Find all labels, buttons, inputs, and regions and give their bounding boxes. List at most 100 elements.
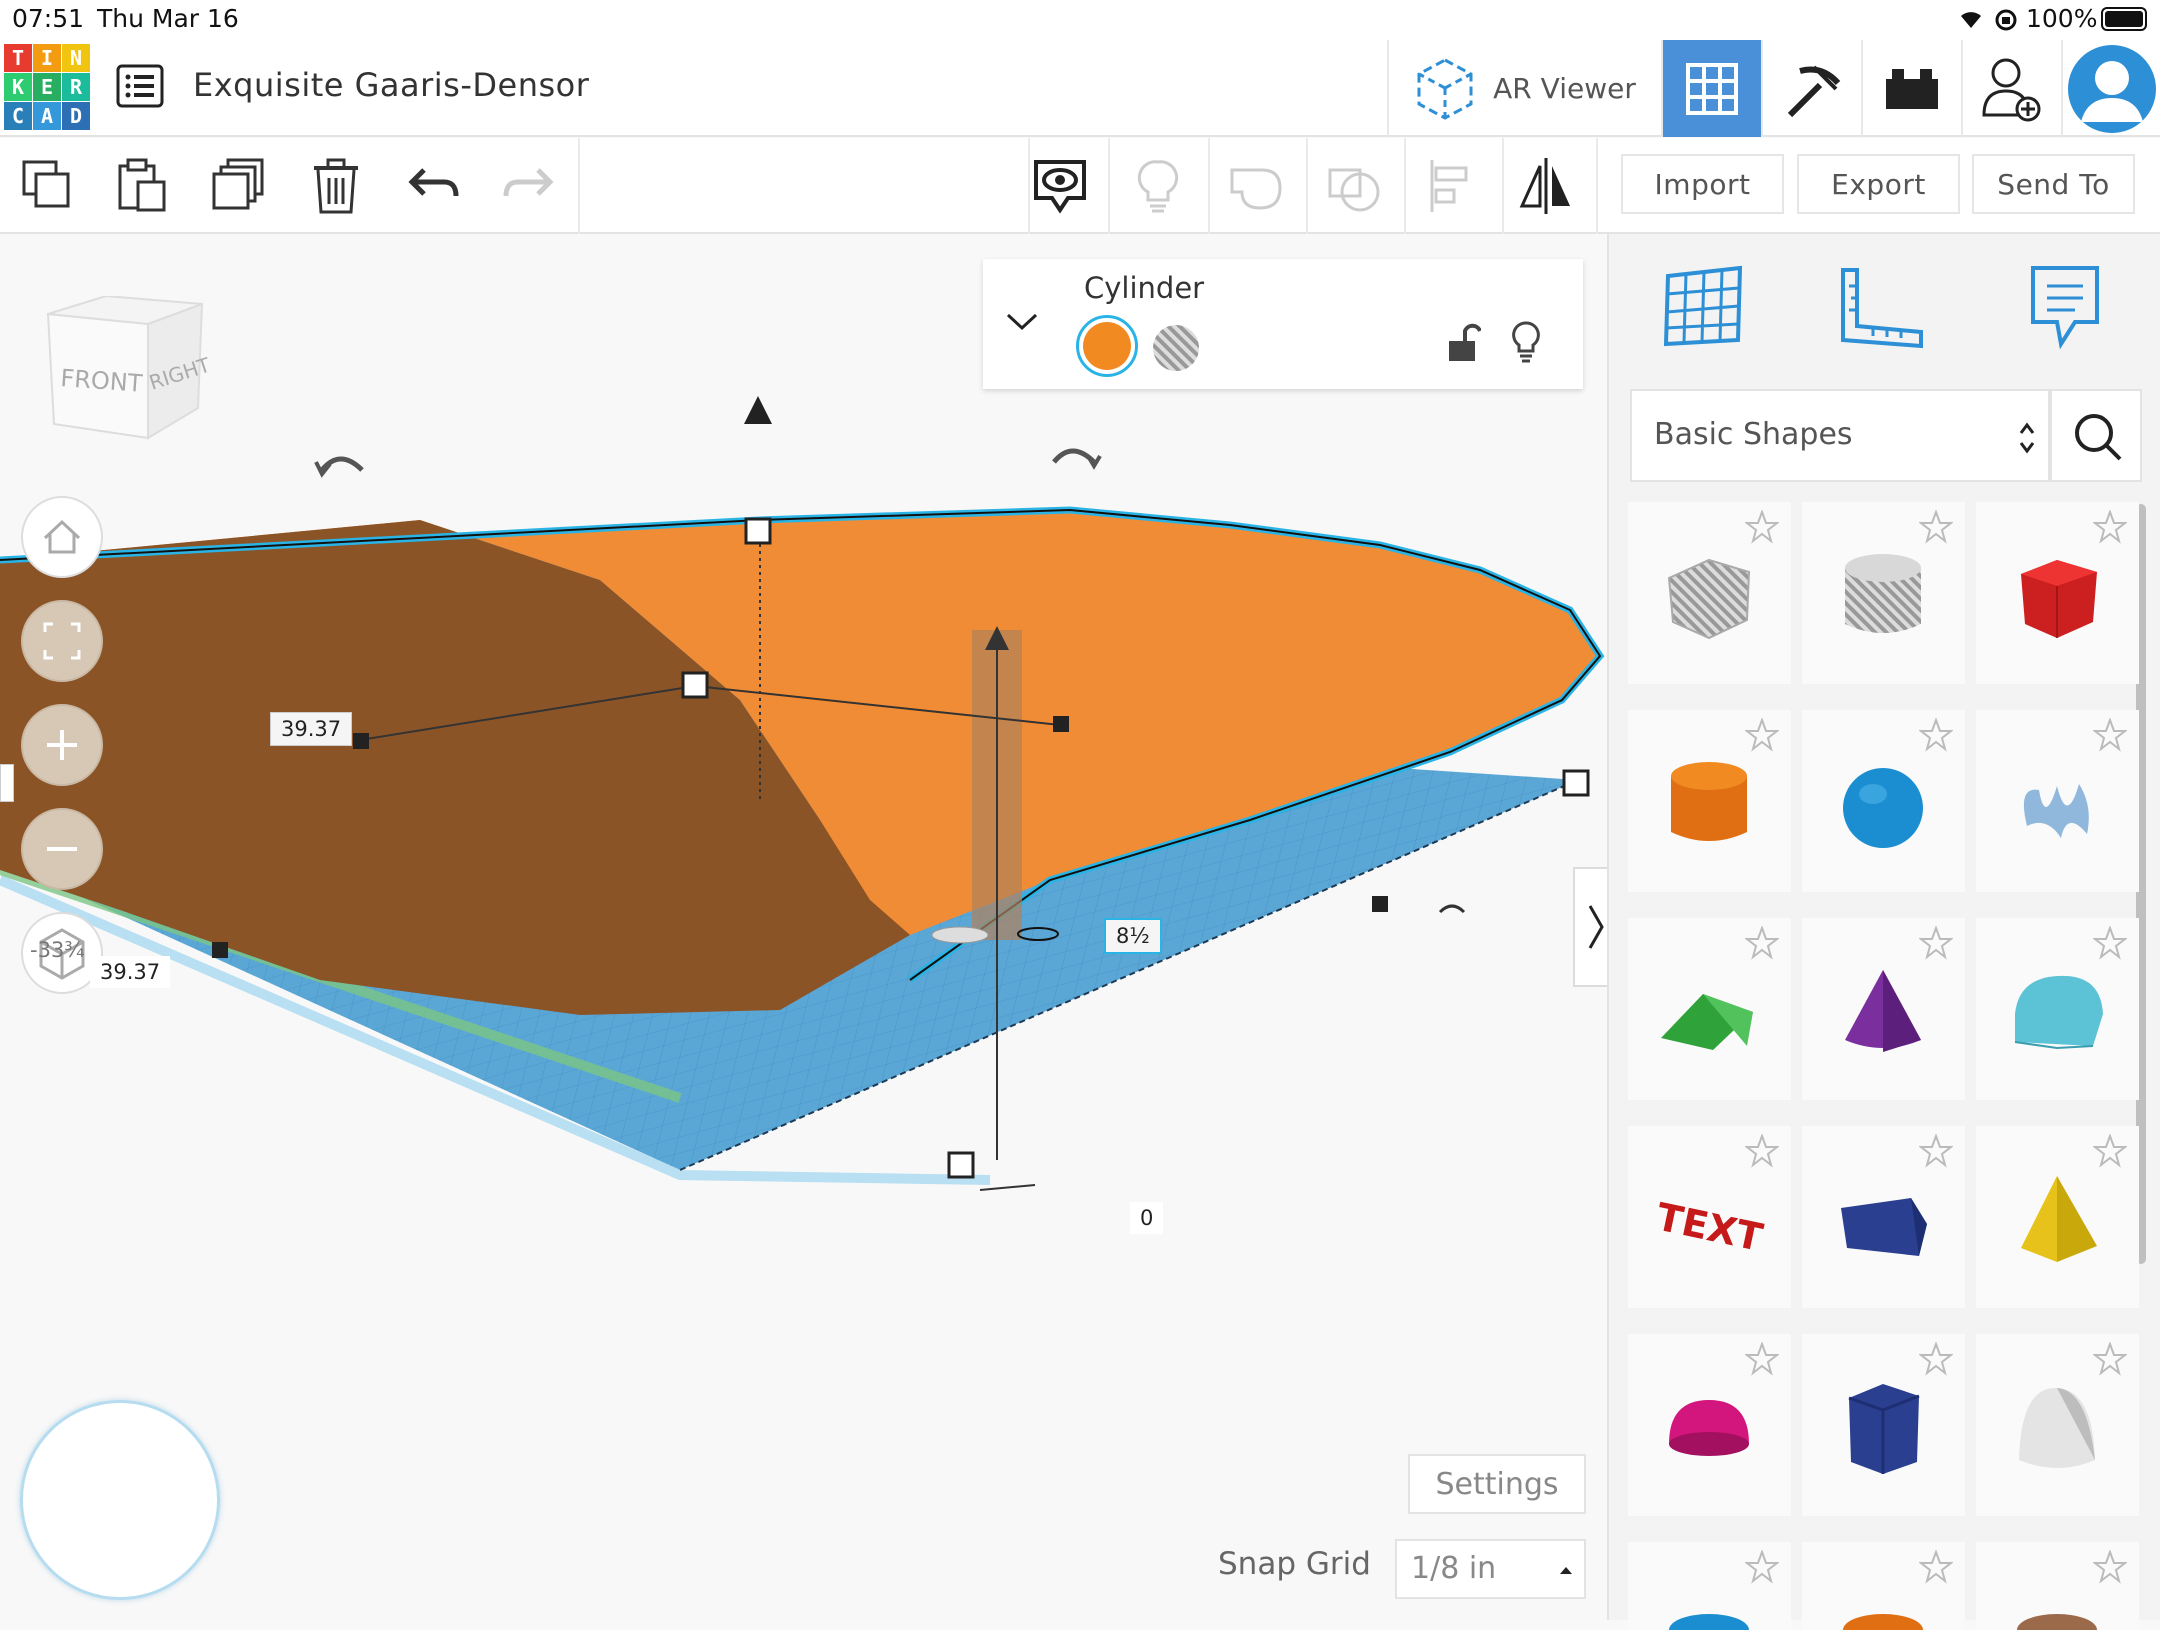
fit-view-button[interactable] [21, 600, 103, 682]
shape-tile-wedge[interactable] [1802, 1126, 1965, 1308]
copy-icon[interactable] [18, 156, 78, 216]
group-icon[interactable] [1226, 156, 1286, 216]
undo-icon[interactable] [404, 156, 464, 216]
solid-color-button[interactable] [1076, 315, 1138, 377]
shape-thumbnail-icon [1669, 1614, 1749, 1630]
codeblocks-button[interactable] [1761, 40, 1861, 137]
project-title[interactable]: Exquisite Gaaris-Densor [193, 66, 589, 104]
zoom-out-button[interactable] [21, 808, 103, 890]
height-dimension-label[interactable]: 8½ [1104, 918, 1162, 954]
ar-viewer-button[interactable]: AR Viewer [1387, 40, 1660, 137]
lightbulb-icon[interactable] [1128, 156, 1188, 216]
3d-design-view-button[interactable] [1661, 40, 1761, 137]
unlock-icon[interactable] [1445, 321, 1481, 365]
workplane-canvas[interactable]: FRONT RIGHT 39.37 39.37 8½ 0 -33¾ Settin… [0, 234, 1607, 1620]
rotation-readout: -33¾ [30, 938, 85, 962]
align-icon[interactable] [1422, 156, 1482, 216]
tinkercad-logo[interactable]: T I N K E R C A D [4, 44, 92, 132]
notes-visibility-icon[interactable] [1030, 156, 1090, 216]
favorite-star-icon[interactable] [2093, 1550, 2127, 1584]
shape-search-button[interactable] [2050, 389, 2142, 482]
home-view-button[interactable] [21, 496, 103, 578]
workplane-icon[interactable] [1662, 264, 1746, 348]
favorite-star-icon[interactable] [1919, 1550, 1953, 1584]
paste-icon[interactable] [112, 156, 172, 216]
left-collapse-tab[interactable] [0, 764, 14, 802]
shape-tile-cone[interactable] [1802, 918, 1965, 1100]
resize-handle[interactable] [1562, 769, 1590, 797]
delete-icon[interactable] [306, 156, 366, 216]
redo-icon[interactable] [498, 156, 558, 216]
hole-button[interactable] [1151, 323, 1201, 373]
settings-button[interactable]: Settings [1408, 1454, 1586, 1514]
shape-tile-scribble[interactable] [1976, 710, 2139, 892]
shape-thumbnail-icon [1845, 970, 1921, 1052]
resize-handle[interactable] [1372, 896, 1388, 912]
length-dimension-label[interactable]: 39.37 [90, 956, 171, 988]
send-to-button[interactable]: Send To [1972, 154, 2135, 214]
mirror-icon[interactable] [1516, 156, 1576, 216]
shape-thumbnail-icon [2017, 1614, 2097, 1630]
shape-tile-cylinder-hole[interactable] [1802, 502, 1965, 684]
shape-tile[interactable] [1976, 1542, 2139, 1630]
shape-thumbnail-icon [1669, 1400, 1749, 1456]
resize-handle[interactable] [353, 733, 369, 749]
shape-tile-pyramid[interactable] [1976, 1126, 2139, 1308]
user-profile-button[interactable] [2061, 40, 2160, 137]
zoom-in-button[interactable] [21, 704, 103, 786]
shape-thumbnail-icon [1843, 1614, 1923, 1630]
shape-tile-round-roof[interactable] [1976, 918, 2139, 1100]
shape-thumbnail-icon [1845, 554, 1921, 633]
resize-handle[interactable] [212, 942, 228, 958]
shape-tile-half-sphere[interactable] [1628, 1334, 1791, 1516]
home-icon [43, 519, 81, 554]
scene-3d[interactable] [0, 234, 1607, 1620]
ruler-icon[interactable] [1837, 266, 1927, 350]
shape-tile-paraboloid[interactable] [1976, 1334, 2139, 1516]
shape-thumbnail-icon [2021, 1176, 2097, 1262]
lift-arrow-icon[interactable] [744, 396, 772, 424]
shape-tile-text[interactable]: TEXT [1628, 1126, 1791, 1308]
inspector-title: Cylinder [1084, 271, 1205, 305]
shape-tile[interactable] [1628, 1542, 1791, 1630]
add-user-icon [1982, 58, 2041, 121]
elevation-dimension-label[interactable]: 0 [1130, 1202, 1164, 1234]
panel-collapse-button[interactable] [1573, 867, 1607, 987]
shape-tile-sphere[interactable] [1802, 710, 1965, 892]
import-button[interactable]: Import [1621, 154, 1784, 214]
shape-tile-polygon[interactable] [1802, 1334, 1965, 1516]
notes-icon[interactable] [2027, 262, 2103, 350]
resize-handle[interactable] [1053, 716, 1069, 732]
shape-tile-box[interactable] [1976, 502, 2139, 684]
rotate-handle-icon[interactable] [1438, 904, 1466, 914]
favorite-star-icon[interactable] [1745, 1550, 1779, 1584]
orbit-navigation-disc[interactable] [20, 1400, 220, 1600]
shape-tile[interactable] [1802, 1542, 1965, 1630]
resize-handle[interactable] [744, 517, 772, 545]
wifi-icon [1961, 12, 1981, 28]
design-list-icon[interactable] [116, 64, 166, 110]
bricks-button[interactable] [1861, 40, 1961, 137]
export-button[interactable]: Export [1797, 154, 1960, 214]
duplicate-icon[interactable] [210, 156, 270, 216]
snap-grid-select[interactable]: 1/8 in [1395, 1539, 1586, 1599]
shape-tile-box-hole[interactable] [1628, 502, 1791, 684]
resize-handle[interactable] [681, 671, 709, 699]
chevron-down-icon[interactable] [1005, 311, 1039, 333]
search-icon [2075, 414, 2122, 461]
resize-handle[interactable] [947, 1151, 975, 1179]
shape-thumbnail-icon [1843, 768, 1923, 848]
shape-thumbnail-icon [2014, 975, 2103, 1050]
width-dimension-label[interactable]: 39.37 [270, 712, 353, 746]
ungroup-icon[interactable] [1324, 156, 1384, 216]
status-date: Thu Mar 16 [97, 4, 239, 33]
view-cube[interactable]: FRONT RIGHT [44, 296, 214, 456]
status-bar: 07:51 Thu Mar 16 100% [0, 0, 2160, 40]
text-shape-label: TEXT [1653, 1195, 1767, 1260]
shape-tile-cylinder[interactable] [1628, 710, 1791, 892]
shape-thumbnail-icon [1667, 558, 1751, 640]
shape-category-select[interactable]: Basic Shapes [1630, 389, 2050, 482]
invite-collaborator-button[interactable] [1961, 40, 2061, 137]
shape-tile-roof[interactable] [1628, 918, 1791, 1100]
lightbulb-icon[interactable] [1509, 321, 1543, 365]
